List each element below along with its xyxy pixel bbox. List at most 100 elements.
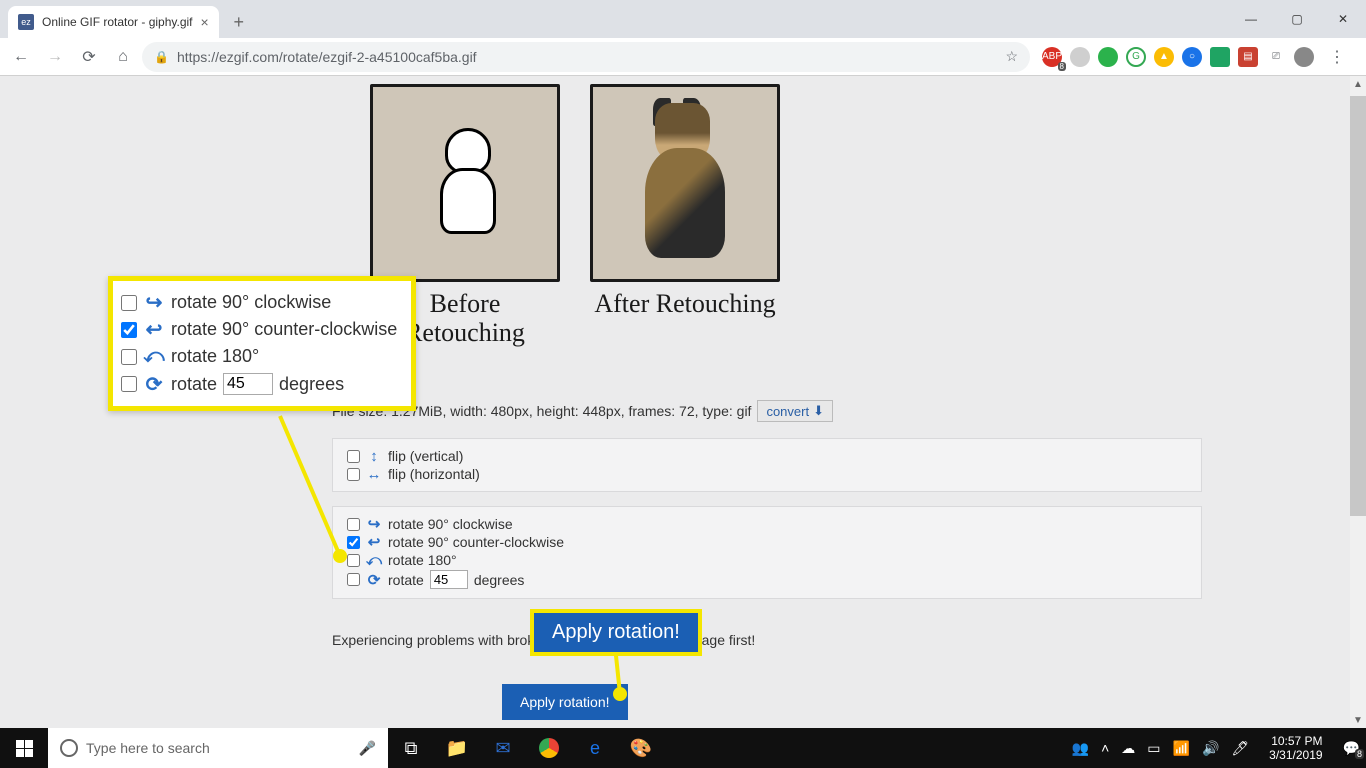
rotate-custom-checkbox[interactable]: [347, 573, 360, 586]
chrome-icon[interactable]: [526, 728, 572, 768]
rotate-ccw-icon: ↩: [366, 534, 382, 550]
german-shepherd-photo: [625, 98, 745, 268]
home-button[interactable]: ⌂: [108, 42, 138, 72]
after-image: [590, 84, 780, 282]
rotate-cw-icon: ↪: [366, 516, 382, 532]
profile-avatar[interactable]: [1294, 47, 1314, 67]
chrome-toolbar: ← → ⟳ ⌂ 🔒 https://ezgif.com/rotate/ezgif…: [0, 38, 1366, 76]
paint-icon[interactable]: 🎨: [618, 728, 664, 768]
rotate-180-checkbox[interactable]: [347, 554, 360, 567]
chrome-titlebar: ez Online GIF rotator - giphy.gif × + — …: [0, 0, 1366, 38]
system-tray: 👥 ˄ ☁ ▭ 📶 🔊 🖊 10:57 PM 3/31/2019 💬8: [1066, 734, 1366, 763]
task-view-icon[interactable]: ⧉: [388, 728, 434, 768]
scroll-down-icon[interactable]: ▼: [1350, 712, 1366, 728]
tab-close-icon[interactable]: ×: [201, 14, 209, 30]
rotate-ccw-icon: ↩: [143, 322, 165, 338]
maximize-button[interactable]: ▢: [1274, 3, 1320, 35]
page-content: Before Retouching After Retouching File …: [0, 76, 1366, 728]
lock-icon: 🔒: [154, 50, 169, 64]
convert-button[interactable]: convert ⬇: [757, 400, 833, 422]
rotate-90-cw-option[interactable]: ↪ rotate 90° clockwise: [347, 515, 1187, 533]
callout-rotate-options: ↪ rotate 90° clockwise ↩ rotate 90° coun…: [108, 276, 416, 411]
callout-rotate-180: ⤺ rotate 180°: [121, 343, 397, 370]
rotate-180-icon: ⤺: [366, 552, 382, 568]
close-window-button[interactable]: ✕: [1320, 3, 1366, 35]
mic-icon[interactable]: 🎤: [359, 740, 376, 757]
edge-icon[interactable]: e: [572, 728, 618, 768]
adblock-icon[interactable]: ABP8: [1042, 47, 1062, 67]
taskbar-search[interactable]: Type here to search 🎤: [48, 728, 388, 768]
rotate-90-ccw-checkbox[interactable]: [347, 536, 360, 549]
flip-horizontal-icon: ↔: [366, 466, 382, 482]
callout-rotate-90-cw: ↪ rotate 90° clockwise: [121, 289, 397, 316]
vertical-scrollbar[interactable]: ▲ ▼: [1350, 76, 1366, 728]
forward-button[interactable]: →: [40, 42, 70, 72]
rotate-90-ccw-option[interactable]: ↩ rotate 90° counter-clockwise: [347, 533, 1187, 551]
flip-vertical-option[interactable]: ↕ flip (vertical): [347, 447, 1187, 465]
volume-icon[interactable]: 🔊: [1202, 740, 1219, 757]
search-placeholder: Type here to search: [86, 740, 210, 756]
after-card: After Retouching: [590, 84, 780, 347]
back-button[interactable]: ←: [6, 42, 36, 72]
drive-icon[interactable]: ▲: [1154, 47, 1174, 67]
apply-rotation-button[interactable]: Apply rotation!: [502, 684, 628, 720]
window-controls: — ▢ ✕: [1228, 0, 1366, 38]
browser-tab[interactable]: ez Online GIF rotator - giphy.gif ×: [8, 6, 219, 38]
cartoon-dog-drawing: [415, 118, 515, 248]
minimize-button[interactable]: —: [1228, 3, 1274, 35]
extension-icons: ABP8 G ▲ ○ ▤ ⎚ ⋮: [1042, 42, 1352, 72]
ext-icon-green[interactable]: [1098, 47, 1118, 67]
tab-favicon: ez: [18, 14, 34, 30]
flip-horizontal-checkbox[interactable]: [347, 468, 360, 481]
cortana-icon: [60, 739, 78, 757]
cast-icon[interactable]: ⎚: [1266, 47, 1286, 67]
file-explorer-icon[interactable]: 📁: [434, 728, 480, 768]
tab-title: Online GIF rotator - giphy.gif: [42, 15, 193, 29]
rotate-90-cw-checkbox[interactable]: [347, 518, 360, 531]
input-icon[interactable]: 🖊: [1231, 740, 1249, 757]
rotate-180-icon: ⤺: [143, 349, 165, 365]
reload-button[interactable]: ⟳: [74, 42, 104, 72]
after-caption: After Retouching: [590, 290, 780, 319]
rotate-custom-icon: ⟳: [366, 572, 382, 588]
windows-logo-icon: [16, 740, 33, 757]
callout-rotate-90-ccw: ↩ rotate 90° counter-clockwise: [121, 316, 397, 343]
start-button[interactable]: [0, 728, 48, 768]
ext-icon-sq[interactable]: [1210, 47, 1230, 67]
scrollbar-thumb[interactable]: [1350, 96, 1366, 516]
windows-taskbar: Type here to search 🎤 ⧉ 📁 ✉ e 🎨 👥 ˄ ☁ ▭ …: [0, 728, 1366, 768]
outlook-icon[interactable]: ✉: [480, 728, 526, 768]
onedrive-icon[interactable]: ☁: [1121, 740, 1135, 757]
flip-options-group: ↕ flip (vertical) ↔ flip (horizontal): [332, 438, 1202, 492]
taskbar-clock[interactable]: 10:57 PM 3/31/2019: [1261, 734, 1330, 763]
notifications-icon[interactable]: 💬8: [1343, 740, 1360, 757]
ext-icon-grey[interactable]: [1070, 47, 1090, 67]
ext-icon-g[interactable]: G: [1126, 47, 1146, 67]
callout-apply-button: Apply rotation!: [530, 609, 702, 656]
flip-horizontal-option[interactable]: ↔ flip (horizontal): [347, 465, 1187, 483]
image-comparison: Before Retouching After Retouching: [370, 84, 780, 347]
scroll-up-icon[interactable]: ▲: [1350, 76, 1366, 92]
url-text: https://ezgif.com/rotate/ezgif-2-a45100c…: [177, 49, 477, 65]
ext-icon-blue[interactable]: ○: [1182, 47, 1202, 67]
rotate-custom-option[interactable]: ⟳ rotate degrees: [347, 569, 1187, 590]
taskbar-pinned-apps: ⧉ 📁 ✉ e 🎨: [388, 728, 664, 768]
rotate-degrees-input[interactable]: [430, 570, 468, 589]
star-icon[interactable]: ☆: [1005, 48, 1018, 65]
tray-chevron-icon[interactable]: ˄: [1101, 740, 1109, 756]
flip-vertical-checkbox[interactable]: [347, 450, 360, 463]
before-image: [370, 84, 560, 282]
pdf-icon[interactable]: ▤: [1238, 47, 1258, 67]
callout-rotate-custom: ⟳ rotate degrees: [121, 370, 397, 398]
wifi-icon[interactable]: 📶: [1173, 740, 1190, 757]
chrome-menu-button[interactable]: ⋮: [1322, 42, 1352, 72]
download-icon: ⬇: [813, 403, 824, 419]
flip-vertical-icon: ↕: [366, 448, 382, 464]
rotate-cw-icon: ↪: [143, 295, 165, 311]
new-tab-button[interactable]: +: [225, 8, 253, 36]
rotate-180-option[interactable]: ⤺ rotate 180°: [347, 551, 1187, 569]
people-icon[interactable]: 👥: [1072, 740, 1089, 757]
address-bar[interactable]: 🔒 https://ezgif.com/rotate/ezgif-2-a4510…: [142, 42, 1030, 72]
rotate-custom-icon: ⟳: [143, 376, 165, 392]
battery-icon[interactable]: ▭: [1147, 740, 1160, 757]
